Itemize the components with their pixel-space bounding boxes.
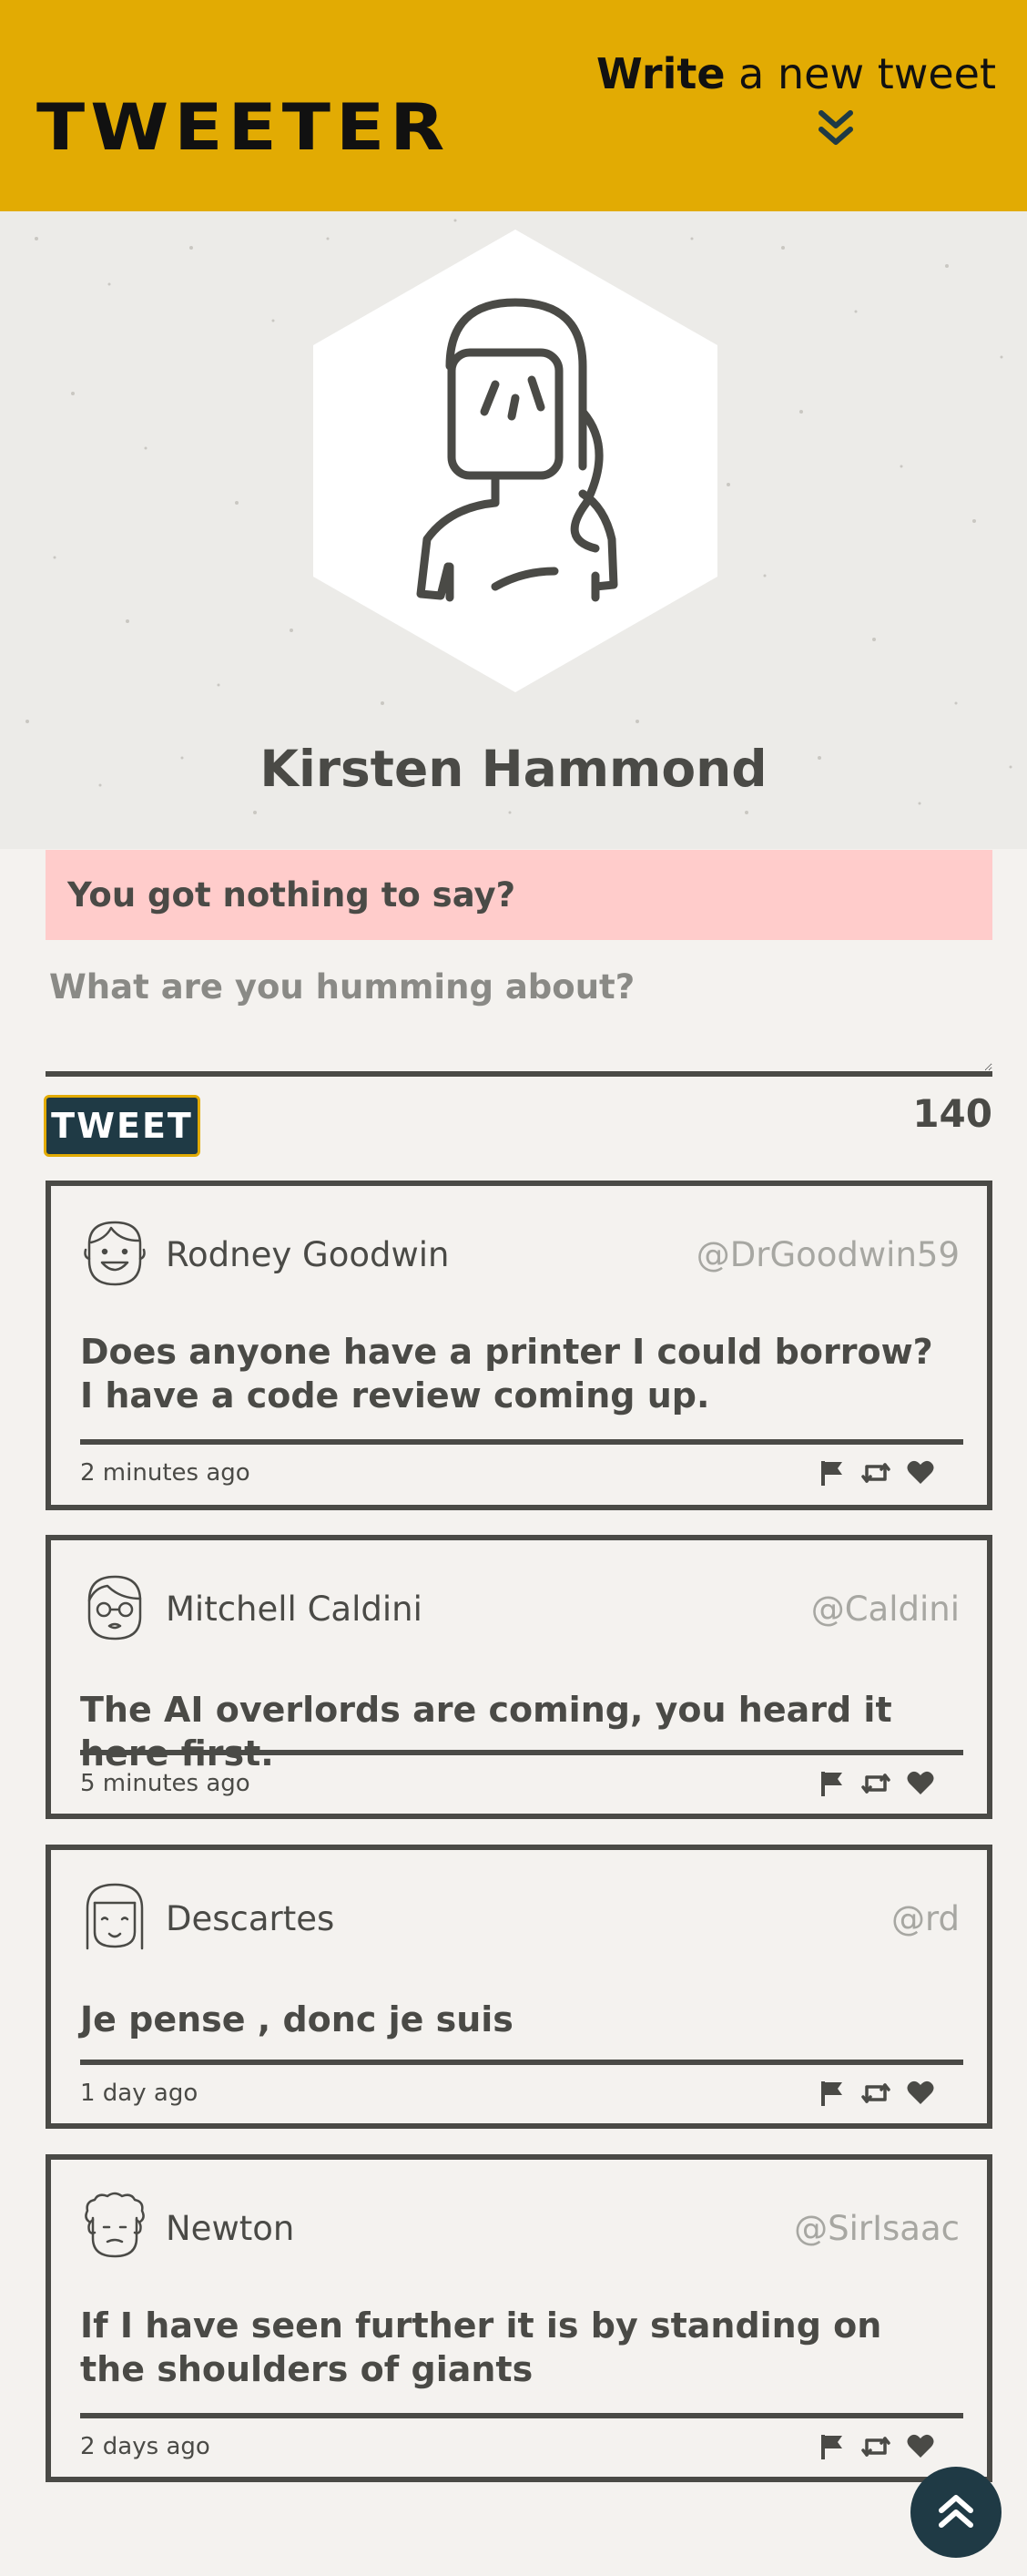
tweet-divider [80,1439,963,1445]
tweet-author-name: Newton [166,2209,295,2248]
heart-icon[interactable] [907,1770,934,1795]
tweet-card: Descartes @rd Je pense , donc je suis 1 … [46,1845,992,2129]
scroll-to-top-button[interactable] [910,2467,1002,2558]
tweet-card: Newton @SirIsaac If I have seen further … [46,2154,992,2482]
flag-icon[interactable] [819,2433,845,2460]
male-glasses-avatar-icon [87,1575,142,1641]
retweet-icon[interactable] [861,1459,890,1487]
tweet-author-name: Mitchell Caldini [166,1590,422,1629]
retweet-icon[interactable] [861,2433,890,2460]
male-smiling-avatar-icon [84,1221,146,1286]
heart-icon[interactable] [907,2433,934,2458]
curly-hair-avatar-icon [85,2192,145,2258]
heart-icon[interactable] [907,2080,934,2105]
tweet-author-handle: @rd [890,1899,960,1938]
profile-avatar [313,230,717,692]
tweet-text: If I have seen further it is by standing… [80,2305,882,2389]
tweet-actions [819,2433,934,2460]
tweet-author-handle: @Caldini [810,1590,960,1629]
write-label-rest: a new tweet [725,49,996,98]
tweet-timestamp: 5 minutes ago [80,1770,250,1797]
female-bangs-avatar-icon [86,1883,144,1950]
heart-icon[interactable] [907,1459,934,1485]
tweet-submit-button[interactable]: TWEET [44,1095,200,1157]
tweet-timestamp: 2 days ago [80,2433,210,2460]
tweet-timestamp: 1 day ago [80,2080,198,2107]
retweet-icon[interactable] [861,1770,890,1797]
empty-tweet-alert: You got nothing to say? [46,850,992,940]
tweet-text: Does anyone have a printer I could borro… [80,1332,933,1416]
character-counter: 140 [912,1091,992,1136]
flag-icon[interactable] [819,2080,845,2107]
retweet-icon[interactable] [861,2080,890,2107]
tweet-divider [80,2060,963,2065]
flag-icon[interactable] [819,1459,845,1487]
profile-name: Kirsten Hammond [259,740,768,798]
flag-icon[interactable] [819,1770,845,1797]
tweet-compose-input[interactable] [46,967,992,1077]
write-label-bold: Write [595,49,726,98]
tweet-divider [80,2413,963,2418]
tweet-actions [819,1770,934,1797]
tweet-author-name: Rodney Goodwin [166,1235,450,1274]
tweet-timestamp: 2 minutes ago [80,1459,250,1487]
app-header: TWEETER Write a new tweet [0,0,1027,211]
tweet-author-name: Descartes [166,1899,335,1938]
double-chevron-down-icon[interactable] [816,107,856,149]
tweet-actions [819,1459,934,1487]
write-new-tweet-toggle[interactable]: Write a new tweet [596,49,996,98]
tweet-card: Mitchell Caldini @Caldini The AI overlor… [46,1535,992,1819]
tweet-text: The AI overlords are coming, you heard i… [80,1690,892,1774]
tweet-actions [819,2080,934,2107]
double-chevron-up-icon [939,2495,973,2528]
app-logo[interactable]: TWEETER [36,91,450,165]
tweet-author-handle: @DrGoodwin59 [696,1235,960,1274]
tweet-divider [80,1750,963,1755]
tweet-text: Je pense , donc je suis [80,1999,514,2039]
tweet-card: Rodney Goodwin @DrGoodwin59 Does anyone … [46,1181,992,1510]
tweet-author-handle: @SirIsaac [794,2209,960,2248]
